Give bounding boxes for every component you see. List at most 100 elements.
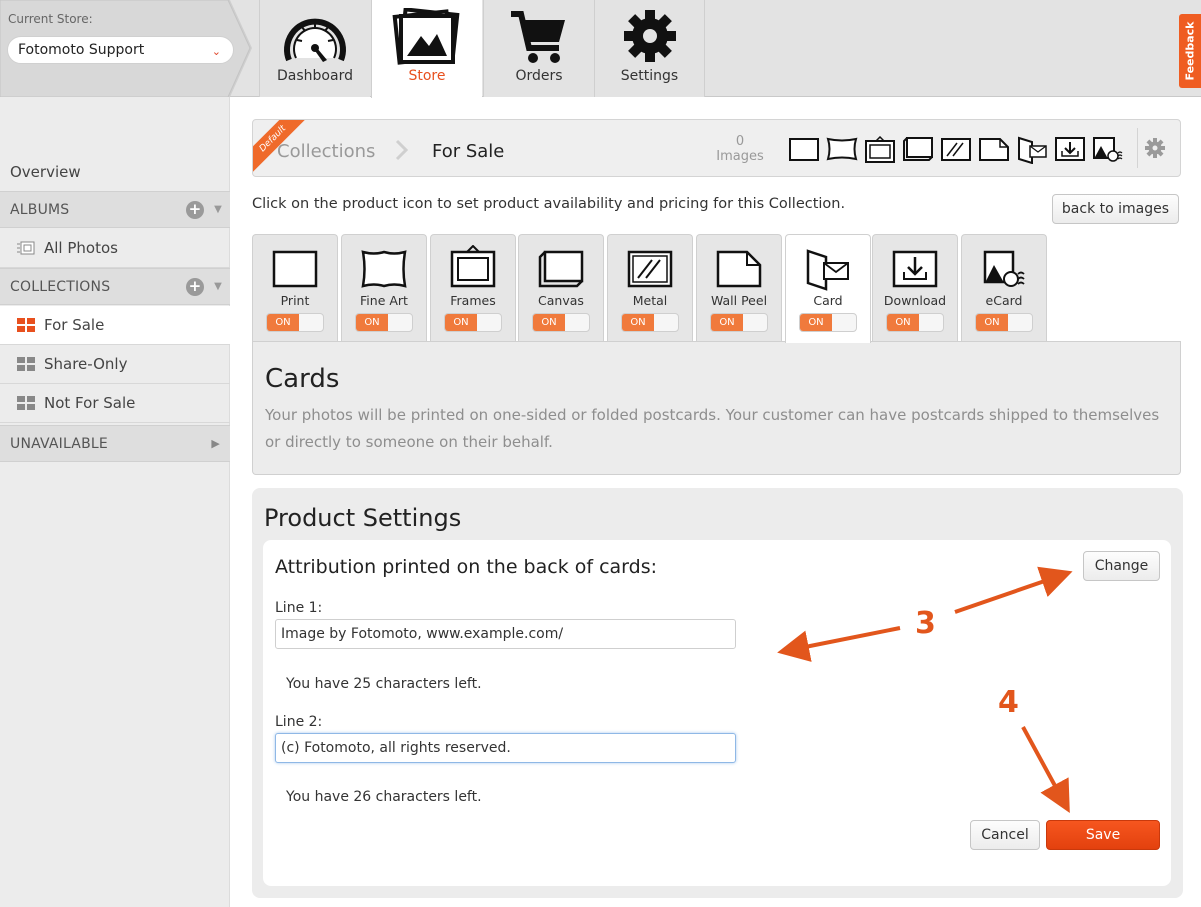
- product-tab-fine-art[interactable]: Fine Art ON: [341, 234, 427, 342]
- line2-input[interactable]: [275, 733, 736, 763]
- settings-gear-icon[interactable]: [1145, 138, 1165, 158]
- toggle-on-label: ON: [887, 314, 919, 331]
- breadcrumb-separator-icon: [395, 139, 409, 161]
- toggle-on-label: ON: [445, 314, 477, 331]
- print-icon[interactable]: [788, 136, 820, 162]
- availability-toggle[interactable]: ON: [799, 313, 857, 332]
- product-title: Cards: [265, 364, 340, 394]
- product-label: Card: [813, 293, 843, 308]
- product-label: Print: [280, 293, 310, 308]
- attribution-title: Attribution printed on the back of cards…: [275, 556, 658, 578]
- availability-toggle[interactable]: ON: [710, 313, 768, 332]
- chevron-down-icon[interactable]: ▼: [214, 281, 222, 292]
- sidebar-item-overview[interactable]: Overview: [10, 163, 81, 181]
- cancel-button[interactable]: Cancel: [970, 820, 1040, 850]
- nav-tab-store[interactable]: Store: [371, 0, 482, 98]
- breadcrumb-current: For Sale: [432, 141, 505, 162]
- sidebar-header-albums: ALBUMS + ▼: [0, 191, 230, 228]
- availability-toggle[interactable]: ON: [266, 313, 324, 332]
- availability-toggle[interactable]: ON: [532, 313, 590, 332]
- product-tab-frames[interactable]: Frames ON: [430, 234, 516, 342]
- photos-icon: [392, 8, 460, 65]
- product-tab-canvas[interactable]: Canvas ON: [518, 234, 604, 342]
- albums-header-label: ALBUMS: [10, 202, 70, 218]
- annotation-step-4: 4: [998, 685, 1019, 720]
- canvas-icon[interactable]: [902, 136, 934, 162]
- wall-peel-icon[interactable]: [978, 136, 1010, 162]
- toggle-on-label: ON: [356, 314, 388, 331]
- sidebar-item-for-sale[interactable]: For Sale: [0, 306, 230, 345]
- back-to-images-button[interactable]: back to images: [1052, 194, 1179, 224]
- metal-icon: [627, 250, 673, 288]
- sidebar-header-collections: COLLECTIONS + ▼: [0, 268, 230, 305]
- product-tab-print[interactable]: Print ON: [252, 234, 338, 342]
- chevron-right-icon: ▶: [211, 437, 220, 450]
- save-button[interactable]: Save: [1046, 820, 1160, 850]
- sidebar-item-label: For Sale: [44, 316, 105, 334]
- collection-grid-icon: [17, 396, 35, 410]
- add-collection-icon[interactable]: +: [186, 278, 204, 296]
- store-selector-area: Current Store: Fotomoto Support ⌄: [0, 0, 252, 97]
- photo-stack-icon: [17, 241, 35, 255]
- product-tab-ecard[interactable]: eCard ON: [961, 234, 1047, 342]
- product-label: Download: [883, 293, 947, 308]
- card-icon[interactable]: [1016, 136, 1048, 164]
- sidebar-header-unavailable[interactable]: UNAVAILABLE ▶: [0, 425, 230, 462]
- divider: [1137, 128, 1138, 168]
- toggle-on-label: ON: [622, 314, 654, 331]
- toggle-on-label: ON: [711, 314, 743, 331]
- availability-toggle[interactable]: ON: [355, 313, 413, 332]
- availability-toggle[interactable]: ON: [975, 313, 1033, 332]
- product-tab-download[interactable]: Download ON: [872, 234, 958, 342]
- change-button[interactable]: Change: [1083, 551, 1160, 581]
- canvas-icon: [538, 250, 584, 288]
- sidebar-item-label: Not For Sale: [44, 394, 136, 412]
- sidebar-item-label: All Photos: [44, 239, 118, 257]
- collections-header-label: COLLECTIONS: [10, 279, 111, 295]
- product-label: Frames: [450, 293, 496, 308]
- image-count-label: Images: [716, 149, 764, 164]
- sidebar-item-all-photos[interactable]: All Photos: [0, 229, 230, 268]
- add-album-icon[interactable]: +: [186, 201, 204, 219]
- metal-icon[interactable]: [940, 136, 972, 162]
- ecard-icon: [983, 250, 1025, 287]
- chevron-down-icon[interactable]: ▼: [214, 204, 222, 215]
- frame-icon[interactable]: [864, 136, 896, 164]
- nav-tab-settings[interactable]: Settings: [594, 0, 705, 97]
- availability-toggle[interactable]: ON: [444, 313, 502, 332]
- breadcrumb-collections[interactable]: Collections: [277, 141, 375, 162]
- ecard-icon[interactable]: [1092, 136, 1124, 164]
- nav-tab-orders[interactable]: Orders: [483, 0, 594, 97]
- product-settings-panel: Product Settings Attribution printed on …: [252, 488, 1183, 898]
- nav-tab-dashboard[interactable]: Dashboard: [259, 0, 370, 97]
- settings-title: Product Settings: [264, 504, 462, 532]
- download-icon[interactable]: [1054, 136, 1086, 162]
- nav-tab-label: Store: [408, 68, 446, 84]
- gear-icon: [623, 10, 676, 62]
- collection-grid-icon: [17, 318, 35, 332]
- availability-toggle[interactable]: ON: [621, 313, 679, 332]
- sidebar: Overview ALBUMS + ▼ All Photos COLLECTIO…: [0, 97, 230, 907]
- nav-tab-label: Orders: [515, 68, 563, 84]
- product-tab-wall-peel[interactable]: Wall Peel ON: [696, 234, 782, 342]
- attribution-section: Attribution printed on the back of cards…: [263, 540, 1171, 886]
- nav-tab-label: Settings: [620, 68, 679, 84]
- chevron-down-icon: ⌄: [211, 45, 221, 58]
- product-label: Wall Peel: [710, 293, 768, 308]
- store-dropdown[interactable]: Fotomoto Support ⌄: [7, 36, 234, 64]
- fine-art-icon: [361, 250, 407, 288]
- line2-label: Line 2:: [275, 714, 323, 730]
- line1-input[interactable]: [275, 619, 736, 649]
- toggle-on-label: ON: [533, 314, 565, 331]
- collection-grid-icon: [17, 357, 35, 371]
- product-label: Canvas: [538, 293, 584, 308]
- sidebar-item-not-for-sale[interactable]: Not For Sale: [0, 384, 230, 423]
- availability-toggle[interactable]: ON: [886, 313, 944, 332]
- line1-label: Line 1:: [275, 600, 323, 616]
- product-tab-metal[interactable]: Metal ON: [607, 234, 693, 342]
- product-tab-card[interactable]: Card ON: [785, 234, 871, 343]
- sidebar-item-share-only[interactable]: Share-Only: [0, 345, 230, 384]
- feedback-tab[interactable]: Feedback: [1179, 14, 1201, 88]
- fine-art-icon[interactable]: [826, 136, 858, 162]
- toggle-on-label: ON: [976, 314, 1008, 331]
